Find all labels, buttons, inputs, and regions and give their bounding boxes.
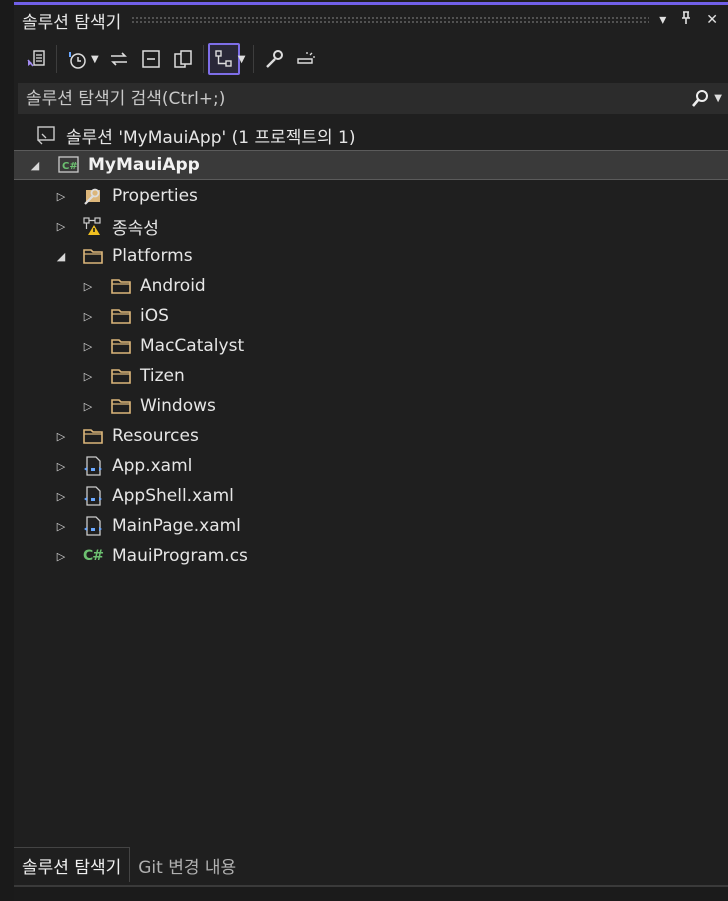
collapsed-arrow-icon[interactable]: ▷: [79, 310, 97, 323]
search-icon: [692, 89, 709, 107]
sync-with-document-button[interactable]: [103, 43, 135, 75]
collapsed-arrow-icon[interactable]: ▷: [52, 220, 70, 233]
vs-switch-views-icon: [27, 50, 45, 67]
bottom-tab-strip: 솔루션 탐색기 Git 변경 내용: [14, 846, 728, 882]
item-label: Properties: [112, 186, 198, 206]
preview-icon: [297, 52, 316, 64]
collapsed-arrow-icon[interactable]: ▷: [79, 400, 97, 413]
copy-icon: [173, 50, 192, 68]
solution-label: 솔루션 'MyMauiApp' (1 프로젝트의 1): [66, 127, 356, 148]
tab-git-changes[interactable]: Git 변경 내용: [130, 848, 244, 882]
tree-item-app-xaml[interactable]: ▷ App.xaml: [14, 451, 728, 481]
collapsed-arrow-icon[interactable]: ▷: [79, 370, 97, 383]
item-label: Tizen: [140, 366, 185, 386]
folder-icon: [108, 275, 134, 297]
item-label: iOS: [140, 306, 169, 326]
collapsed-arrow-icon[interactable]: ▷: [79, 280, 97, 293]
tree-item-resources[interactable]: ▷ Resources: [14, 421, 728, 451]
csharp-glyph: C#: [82, 548, 104, 564]
window-menu-chevron-icon[interactable]: ▾: [659, 12, 666, 28]
csharp-file-icon: C#: [80, 545, 106, 567]
next-panel-strip: [14, 887, 728, 901]
svg-text:C#: C#: [62, 161, 78, 172]
item-label: Windows: [140, 396, 216, 416]
panel-title: 솔루션 탐색기: [22, 12, 122, 33]
folder-icon: [108, 365, 134, 387]
collapse-all-icon: [141, 50, 160, 68]
solution-explorer-panel: 솔루션 탐색기 ▾ ✕ ▼ ▼ 솔루션 탐색기 검색(Ctrl+;) ▼ 솔루션…: [14, 0, 728, 901]
item-label: Android: [140, 276, 206, 296]
item-label: MainPage.xaml: [112, 516, 241, 536]
tab-solution-explorer[interactable]: 솔루션 탐색기: [14, 847, 131, 882]
collapsed-arrow-icon[interactable]: ▷: [52, 190, 70, 203]
dependencies-warning-icon: [80, 215, 106, 237]
folder-icon: [80, 425, 106, 447]
item-label: 종속성: [112, 218, 159, 239]
collapsed-arrow-icon[interactable]: ▷: [52, 490, 70, 503]
properties-button[interactable]: [258, 43, 290, 75]
tree-item-properties[interactable]: ▷ Properties: [14, 181, 728, 211]
show-all-files-button[interactable]: [207, 43, 240, 75]
show-all-dropdown-icon[interactable]: ▼: [238, 54, 246, 65]
collapsed-arrow-icon[interactable]: ▷: [52, 430, 70, 443]
item-label: AppShell.xaml: [112, 486, 234, 506]
expanded-arrow-icon[interactable]: ◢: [26, 159, 44, 172]
expanded-arrow-icon[interactable]: ◢: [52, 250, 70, 263]
properties-wrench-icon: [266, 50, 284, 68]
folder-icon: [108, 335, 134, 357]
collapse-all-button[interactable]: [135, 43, 167, 75]
tree-project-node[interactable]: ◢ C# MyMauiApp: [14, 150, 728, 180]
search-dropdown-icon: ▼: [714, 93, 722, 104]
tree-solution-node[interactable]: 솔루션 'MyMauiApp' (1 프로젝트의 1): [14, 120, 728, 150]
toolbar: ▼ ▼: [14, 38, 728, 80]
tree-item-maccatalyst[interactable]: ▷ MacCatalyst: [14, 331, 728, 361]
close-icon[interactable]: ✕: [706, 12, 718, 28]
folder-icon: [108, 395, 134, 417]
filter-dropdown-icon[interactable]: ▼: [91, 54, 99, 65]
left-edge: [0, 0, 15, 901]
collapsed-arrow-icon[interactable]: ▷: [52, 520, 70, 533]
tree-item-dependencies[interactable]: ▷ 종속성: [14, 211, 728, 241]
collapsed-arrow-icon[interactable]: ▷: [52, 460, 70, 473]
item-label: Resources: [112, 426, 199, 446]
folder-icon: [80, 245, 106, 267]
tree-item-platforms[interactable]: ◢ Platforms: [14, 241, 728, 271]
csharp-project-icon: C#: [56, 154, 82, 176]
copy-button[interactable]: [167, 43, 199, 75]
tree-item-android[interactable]: ▷ Android: [14, 271, 728, 301]
search-input[interactable]: [18, 87, 682, 110]
item-label: MauiProgram.cs: [112, 546, 248, 566]
show-all-files-icon: [215, 50, 232, 67]
sync-icon: [110, 52, 127, 66]
drag-grip[interactable]: [131, 16, 650, 24]
folder-icon: [108, 305, 134, 327]
preview-selected-button[interactable]: [290, 43, 322, 75]
tree-item-appshell-xaml[interactable]: ▷ AppShell.xaml: [14, 481, 728, 511]
item-label: App.xaml: [112, 456, 193, 476]
pending-changes-filter-button[interactable]: [61, 43, 93, 75]
tree-item-ios[interactable]: ▷ iOS: [14, 301, 728, 331]
wrench-icon: [80, 185, 106, 207]
collapsed-arrow-icon[interactable]: ▷: [79, 340, 97, 353]
xaml-file-icon: [80, 455, 106, 477]
tree-item-mauiprogram-cs[interactable]: ▷ C# MauiProgram.cs: [14, 541, 728, 571]
search-options[interactable]: ▼: [682, 89, 728, 109]
switch-views-button[interactable]: [20, 43, 52, 75]
solution-icon: [34, 124, 60, 146]
search-box[interactable]: ▼: [18, 83, 728, 114]
collapsed-arrow-icon[interactable]: ▷: [52, 550, 70, 563]
tree-item-tizen[interactable]: ▷ Tizen: [14, 361, 728, 391]
panel-title-bar[interactable]: 솔루션 탐색기 ▾ ✕: [14, 5, 728, 35]
pin-icon[interactable]: [680, 11, 692, 29]
tree-item-mainpage-xaml[interactable]: ▷ MainPage.xaml: [14, 511, 728, 541]
xaml-file-icon: [80, 485, 106, 507]
project-label: MyMauiApp: [88, 155, 200, 175]
tree-item-windows[interactable]: ▷ Windows: [14, 391, 728, 421]
item-label: MacCatalyst: [140, 336, 245, 356]
xaml-file-icon: [80, 515, 106, 537]
history-icon: [69, 52, 86, 69]
item-label: Platforms: [112, 246, 193, 266]
